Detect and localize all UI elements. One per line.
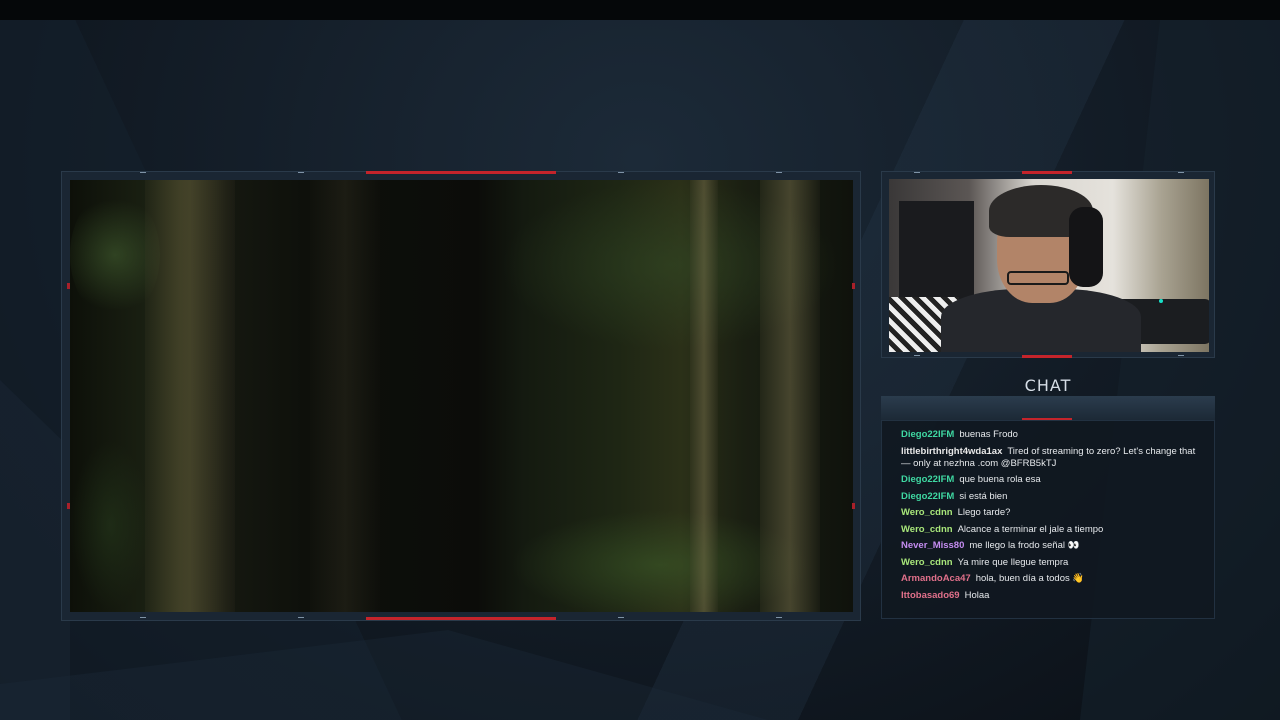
frame-accent-bottom <box>366 617 556 620</box>
foliage <box>70 440 150 610</box>
frame-tick <box>1178 172 1184 176</box>
webcam-accent-top <box>1022 171 1072 174</box>
chat-message: Never_Miss80 me llego la frodo señal 👀 <box>901 540 1206 552</box>
chat-message-text: Llego tarde? <box>957 507 1011 518</box>
frame-tick <box>298 172 304 176</box>
frame-tick <box>776 617 782 621</box>
webcam-led <box>1159 299 1163 303</box>
chat-username[interactable]: Wero_cdnn <box>901 557 953 568</box>
frame-tick <box>140 172 146 176</box>
chat-message-text: buenas Frodo <box>959 429 1018 440</box>
chat-message: Wero_cdnn Alcance a terminar el jale a ti… <box>901 524 1206 536</box>
headset-icon <box>1069 207 1103 287</box>
chat-username[interactable]: Wero_cdnn <box>901 507 953 518</box>
webcam-frame <box>881 171 1215 358</box>
chat-message: Wero_cdnn Ya mire que llegue tempra <box>901 557 1206 569</box>
chat-message-text: Holaa <box>964 589 990 601</box>
chat-message: Diego22IFM buenas Frodo <box>901 429 1206 441</box>
chat-message-text: Alcance a terminar el jale a tiempo <box>957 523 1104 535</box>
chat-username[interactable]: Diego22IFM <box>901 474 954 485</box>
frame-tick <box>914 172 920 176</box>
chat-username[interactable]: Ittobasado69 <box>901 590 960 601</box>
game-capture-frame <box>61 171 861 621</box>
chat-username[interactable]: littlebirthright4wda1ax <box>901 446 1002 457</box>
top-letterbox <box>0 0 1280 20</box>
frame-tick <box>618 617 624 621</box>
frame-tick <box>140 617 146 621</box>
chat-message-text: que buena rola esa <box>959 474 1041 485</box>
chat-message-text: hola, buen día a todos 👋 <box>975 573 1085 584</box>
chat-username[interactable]: Wero_cdnn <box>901 524 953 535</box>
frame-tick <box>914 355 920 359</box>
chat-username[interactable]: Diego22IFM <box>901 491 954 502</box>
chat-message-text: me llego la frodo señal 👀 <box>969 540 1080 551</box>
frame-tick <box>298 617 304 621</box>
tree-trunk <box>690 180 718 612</box>
frame-tick <box>776 172 782 176</box>
tree-trunk <box>760 180 820 612</box>
chat-message-text: si está bien <box>959 490 1008 502</box>
frame-side-marker <box>852 283 855 289</box>
webcam-view <box>889 179 1209 352</box>
frame-accent-top <box>366 171 556 174</box>
frame-tick <box>618 172 624 176</box>
chat-message: littlebirthright4wda1ax Tired of streamin… <box>901 446 1206 470</box>
chat-message: Diego22IFM si está bien <box>901 491 1206 503</box>
chat-message-text: Ya mire que llegue tempra <box>957 556 1069 568</box>
chat-title: CHAT <box>1024 376 1072 395</box>
chat-message-list: Diego22IFM buenas Frodo littlebirthright4w… <box>901 429 1206 606</box>
chat-username[interactable]: ArmandoAca47 <box>901 573 971 584</box>
tree-trunk <box>310 180 380 612</box>
tree-trunk <box>145 180 235 612</box>
chat-message: ArmandoAca47 hola, buen día a todos 👋 <box>901 573 1206 585</box>
chat-message: Wero_cdnn Llego tarde? <box>901 507 1206 519</box>
chat-header-bar <box>881 396 1215 420</box>
chat-message: Ittobasado69 Holaa <box>901 590 1206 602</box>
webcam-accent-bottom <box>1022 355 1072 358</box>
chat-username[interactable]: Never_Miss80 <box>901 540 964 551</box>
frame-side-marker <box>67 503 70 509</box>
game-view <box>70 180 853 612</box>
chat-message: Diego22IFM que buena rola esa <box>901 474 1206 486</box>
streamer-glasses <box>1007 271 1069 285</box>
frame-side-marker <box>67 283 70 289</box>
chat-username[interactable]: Diego22IFM <box>901 429 954 440</box>
frame-side-marker <box>852 503 855 509</box>
chat-panel: Diego22IFM buenas Frodo littlebirthright4w… <box>881 420 1215 619</box>
frame-tick <box>1178 355 1184 359</box>
